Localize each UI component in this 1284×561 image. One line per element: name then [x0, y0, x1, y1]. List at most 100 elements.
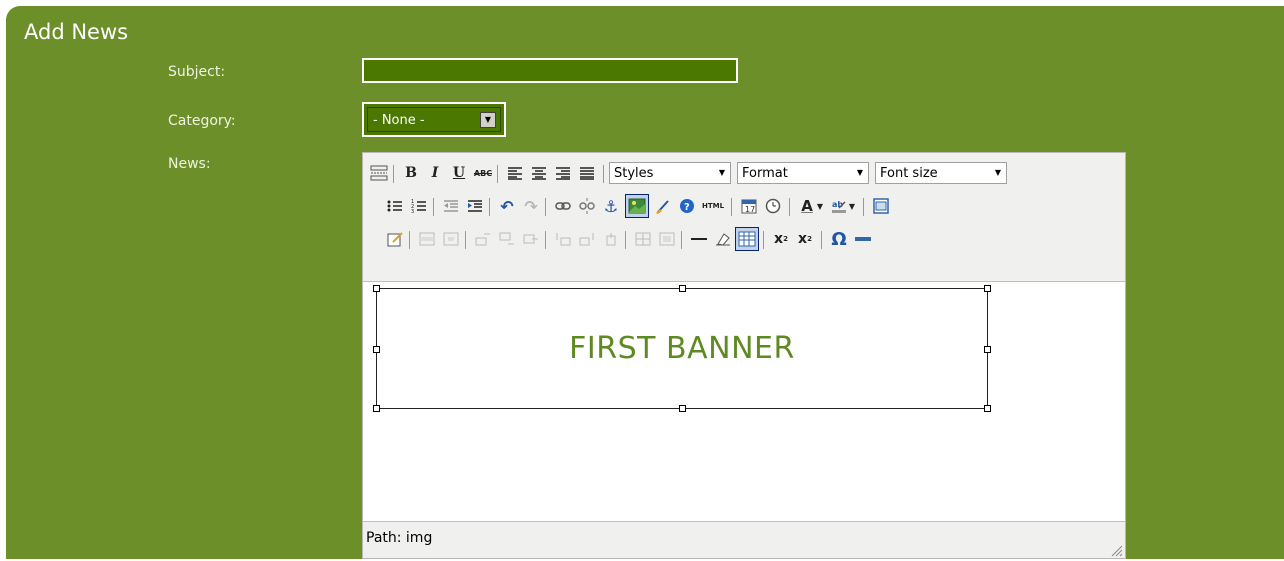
- align-justify-icon[interactable]: [577, 163, 597, 183]
- visual-aid-icon[interactable]: [735, 227, 759, 251]
- fontsize-dropdown[interactable]: Font size ▼: [875, 162, 1007, 184]
- resize-handle[interactable]: [373, 285, 380, 292]
- horizontal-rule-icon[interactable]: [689, 229, 709, 249]
- svg-text:17: 17: [745, 205, 755, 214]
- add-news-panel: Add News Subject: Category: - None - ▼ N…: [6, 6, 1284, 559]
- category-select[interactable]: - None - ▼: [362, 102, 506, 137]
- strikethrough-button[interactable]: ABC: [473, 163, 493, 183]
- help-icon[interactable]: ?: [677, 196, 697, 216]
- format-dropdown-value: Format: [742, 166, 788, 181]
- redo-icon[interactable]: ↷: [521, 196, 541, 216]
- toolbar-separator: [545, 231, 546, 249]
- insert-col-before-icon[interactable]: [553, 229, 573, 249]
- toolbar-separator: [497, 165, 498, 183]
- highlight-color-arrow-icon[interactable]: ▼: [847, 196, 857, 216]
- subject-label: Subject:: [168, 64, 226, 80]
- editor-content-area[interactable]: FIRST BANNER: [363, 282, 1125, 519]
- resize-handle[interactable]: [984, 405, 991, 412]
- fontsize-dropdown-value: Font size: [880, 166, 938, 181]
- link-icon[interactable]: [553, 196, 573, 216]
- edit-css-icon[interactable]: [385, 229, 405, 249]
- cleanup-brush-icon[interactable]: [653, 196, 673, 216]
- toolbar-separator: [763, 231, 764, 249]
- undo-icon[interactable]: ↶: [497, 196, 517, 216]
- subject-input[interactable]: [362, 58, 738, 83]
- toolbar-row-2: 123 ↶ ↷ ⚓ ? HTML 17 A ▼ ab ▼: [363, 190, 1125, 222]
- styles-dropdown[interactable]: Styles ▼: [609, 162, 731, 184]
- category-label: Category:: [168, 113, 236, 129]
- svg-text:?: ?: [684, 202, 690, 213]
- text-color-arrow-icon[interactable]: ▼: [815, 196, 825, 216]
- category-selected-value: - None -: [373, 113, 425, 128]
- category-select-inner: - None - ▼: [367, 107, 501, 132]
- merge-cells-icon[interactable]: [657, 229, 677, 249]
- insert-time-icon[interactable]: [763, 196, 783, 216]
- align-right-icon[interactable]: [553, 163, 573, 183]
- resize-handle[interactable]: [373, 346, 380, 353]
- toolbar-separator: [433, 198, 434, 216]
- news-label: News:: [168, 156, 211, 172]
- svg-text:3: 3: [411, 209, 414, 213]
- bullet-list-icon[interactable]: [385, 196, 405, 216]
- resize-handle[interactable]: [984, 285, 991, 292]
- editor-toolbar: B I U ABC Styles ▼ Format ▼ Font size ▼ …: [363, 153, 1125, 282]
- dropdown-arrow-icon: ▼: [718, 168, 726, 177]
- toolbar-separator: [603, 165, 604, 183]
- remove-format-icon[interactable]: [713, 229, 733, 249]
- toolbar-separator: [489, 198, 490, 216]
- delete-row-icon[interactable]: [521, 229, 541, 249]
- resize-grip-icon[interactable]: [1109, 542, 1123, 557]
- text-color-icon[interactable]: A: [797, 196, 817, 216]
- rich-text-editor: B I U ABC Styles ▼ Format ▼ Font size ▼ …: [362, 152, 1126, 559]
- toolbar-separator: [863, 198, 864, 216]
- insert-col-after-icon[interactable]: [577, 229, 597, 249]
- format-dropdown[interactable]: Format ▼: [737, 162, 869, 184]
- toolbar-separator: [681, 231, 682, 249]
- html-source-button[interactable]: HTML: [701, 196, 725, 216]
- dropdown-arrow-icon[interactable]: ▼: [480, 112, 496, 128]
- toolbar-separator: [465, 231, 466, 249]
- underline-button[interactable]: U: [449, 163, 469, 183]
- toolbar-separator: [731, 198, 732, 216]
- resize-handle[interactable]: [984, 346, 991, 353]
- indent-icon[interactable]: [465, 196, 485, 216]
- toolbar-separator: [789, 198, 790, 216]
- subscript-icon[interactable]: x2: [771, 229, 791, 249]
- delete-col-icon[interactable]: [601, 229, 621, 249]
- table-row-props-icon[interactable]: [417, 229, 437, 249]
- align-center-icon[interactable]: [529, 163, 549, 183]
- insert-date-icon[interactable]: 17: [739, 196, 759, 216]
- dropdown-arrow-icon: ▼: [856, 168, 864, 177]
- align-left-icon[interactable]: [505, 163, 525, 183]
- element-path: Path: img: [366, 530, 433, 546]
- toolbar-row-1: B I U ABC Styles ▼ Format ▼ Font size ▼: [363, 157, 1125, 189]
- bold-button[interactable]: B: [401, 163, 421, 183]
- insert-hr-advanced-icon[interactable]: [853, 229, 873, 249]
- toolbar-separator: [821, 231, 822, 249]
- insert-row-before-icon[interactable]: [473, 229, 493, 249]
- highlight-color-icon[interactable]: ab: [829, 196, 849, 216]
- page-title: Add News: [24, 20, 129, 44]
- banner-text: FIRST BANNER: [569, 331, 795, 366]
- fullscreen-icon[interactable]: [871, 196, 891, 216]
- split-cells-icon[interactable]: [633, 229, 653, 249]
- toolbar-separator: [409, 231, 410, 249]
- special-char-button[interactable]: Ω: [829, 229, 849, 250]
- anchor-icon[interactable]: ⚓: [601, 196, 621, 216]
- image-icon[interactable]: [625, 194, 649, 218]
- outdent-icon[interactable]: [441, 196, 461, 216]
- resize-handle[interactable]: [679, 405, 686, 412]
- italic-button[interactable]: I: [425, 163, 445, 183]
- toolbar-separator: [625, 231, 626, 249]
- resize-handle[interactable]: [679, 285, 686, 292]
- dropdown-arrow-icon: ▼: [994, 168, 1002, 177]
- table-cell-props-icon[interactable]: [441, 229, 461, 249]
- insert-row-after-icon[interactable]: [497, 229, 517, 249]
- resize-handle[interactable]: [373, 405, 380, 412]
- numbered-list-icon[interactable]: 123: [409, 196, 429, 216]
- selected-banner-image[interactable]: FIRST BANNER: [373, 285, 991, 412]
- editor-statusbar: Path: img: [363, 521, 1125, 558]
- unlink-icon[interactable]: [577, 196, 597, 216]
- page-break-icon[interactable]: [369, 163, 389, 183]
- superscript-icon[interactable]: x2: [795, 229, 815, 249]
